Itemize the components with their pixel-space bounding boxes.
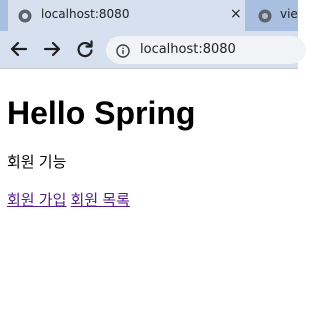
close-icon[interactable]: × bbox=[230, 5, 242, 23]
info-icon[interactable] bbox=[116, 43, 130, 58]
url-text: localhost:8080 bbox=[140, 42, 236, 57]
tab-title: vie bbox=[280, 7, 298, 21]
section-title: 회원 기능 bbox=[7, 154, 67, 171]
tab-strip: localhost:8080 × vie bbox=[0, 0, 298, 31]
globe-icon bbox=[18, 8, 32, 23]
browser-chrome: localhost:8080 × vie localhost:8080 bbox=[0, 0, 306, 69]
join-link[interactable]: 회원 가입 bbox=[7, 192, 66, 209]
tab-localhost[interactable]: localhost:8080 × bbox=[8, 0, 245, 31]
globe-icon bbox=[258, 8, 272, 23]
reload-icon[interactable] bbox=[74, 38, 96, 60]
forward-arrow-icon[interactable] bbox=[41, 38, 63, 60]
page-title: Hello Spring bbox=[7, 95, 196, 131]
member-links: 회원 가입 회원 목록 bbox=[7, 192, 292, 210]
page-content: Hello Spring 회원 기능 회원 가입 회원 목록 bbox=[7, 69, 292, 210]
address-bar[interactable]: localhost:8080 bbox=[106, 36, 306, 64]
tab-title: localhost:8080 bbox=[41, 7, 130, 21]
back-arrow-icon[interactable] bbox=[8, 38, 30, 60]
list-link[interactable]: 회원 목록 bbox=[71, 192, 130, 209]
tab-second[interactable]: vie bbox=[250, 0, 298, 31]
toolbar: localhost:8080 bbox=[0, 31, 306, 69]
